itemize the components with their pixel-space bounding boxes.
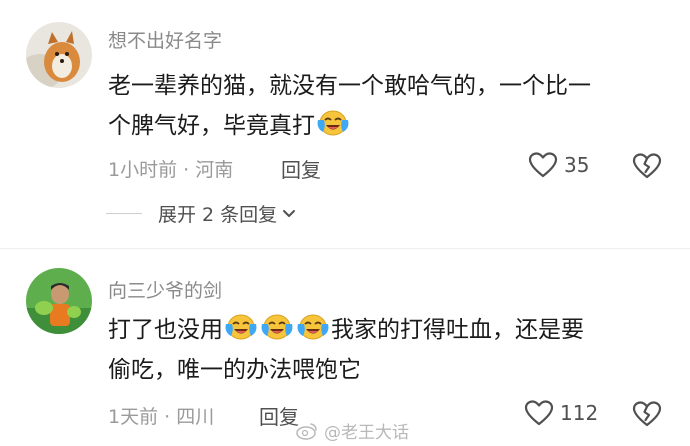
comment-text-line: 老一辈养的猫，就没有一个敢哈气的，一个比一 — [108, 73, 591, 99]
comment-meta: 1天前 · 四川 — [108, 402, 214, 429]
crying-laughing-emoji — [296, 312, 330, 342]
heart-outline-icon — [528, 151, 558, 179]
comment-text-fragment: 个脾气好，毕竟真打 — [108, 113, 315, 139]
comment-location: 河南 — [195, 159, 234, 181]
reply-button[interactable]: 回复 — [281, 154, 321, 183]
broken-heart-icon[interactable] — [632, 152, 662, 180]
comment-text: 老一辈养的猫，就没有一个敢哈气的，一个比一 个脾气好，毕竟真打 — [108, 66, 668, 146]
weibo-icon — [296, 422, 317, 440]
heart-outline-icon — [524, 399, 554, 427]
meta-separator: · — [164, 406, 171, 428]
avatar[interactable] — [26, 268, 92, 334]
comment-text-fragment: 我家的打得吐血，还是要 — [331, 317, 584, 343]
expand-replies-label: 展开 2 条回复 — [158, 204, 278, 226]
expand-replies-button[interactable]: 展开 2 条回复 — [106, 200, 297, 227]
divider-line — [106, 213, 142, 214]
watermark: @老王大话 — [296, 418, 409, 443]
crying-laughing-emoji — [260, 312, 294, 342]
meta-separator: · — [183, 159, 190, 181]
watermark-text: @老王大话 — [324, 423, 409, 443]
comment-time: 1小时前 — [108, 159, 178, 181]
like-count: 112 — [560, 401, 599, 425]
chevron-down-icon — [283, 209, 296, 217]
reply-button[interactable]: 回复 — [259, 401, 299, 430]
comment-text-line: 偷吃，唯一的办法喂饱它 — [108, 357, 361, 383]
comment-text-line: 个脾气好，毕竟真打 — [108, 106, 668, 146]
comment-meta: 1小时前 · 河南 — [108, 155, 233, 182]
crying-laughing-emoji — [224, 312, 258, 342]
comment-divider — [0, 248, 690, 249]
broken-heart-icon[interactable] — [632, 400, 662, 428]
crying-laughing-emoji — [316, 108, 350, 138]
comment-text-line: 打了也没用 我家的打得吐血，还是要 — [108, 310, 668, 350]
avatar[interactable] — [26, 22, 92, 88]
username[interactable]: 向三少爷的剑 — [108, 276, 222, 303]
comment-time: 1天前 — [108, 406, 159, 428]
comment-location: 四川 — [176, 406, 215, 428]
like-count: 35 — [564, 153, 590, 177]
username[interactable]: 想不出好名字 — [108, 26, 222, 53]
comment-text-fragment: 打了也没用 — [108, 317, 223, 343]
like-button[interactable]: 35 — [528, 151, 589, 179]
like-button[interactable]: 112 — [524, 399, 598, 427]
comment-text: 打了也没用 我家的打得吐血，还是要 偷吃，唯一的办法喂饱它 — [108, 310, 668, 390]
